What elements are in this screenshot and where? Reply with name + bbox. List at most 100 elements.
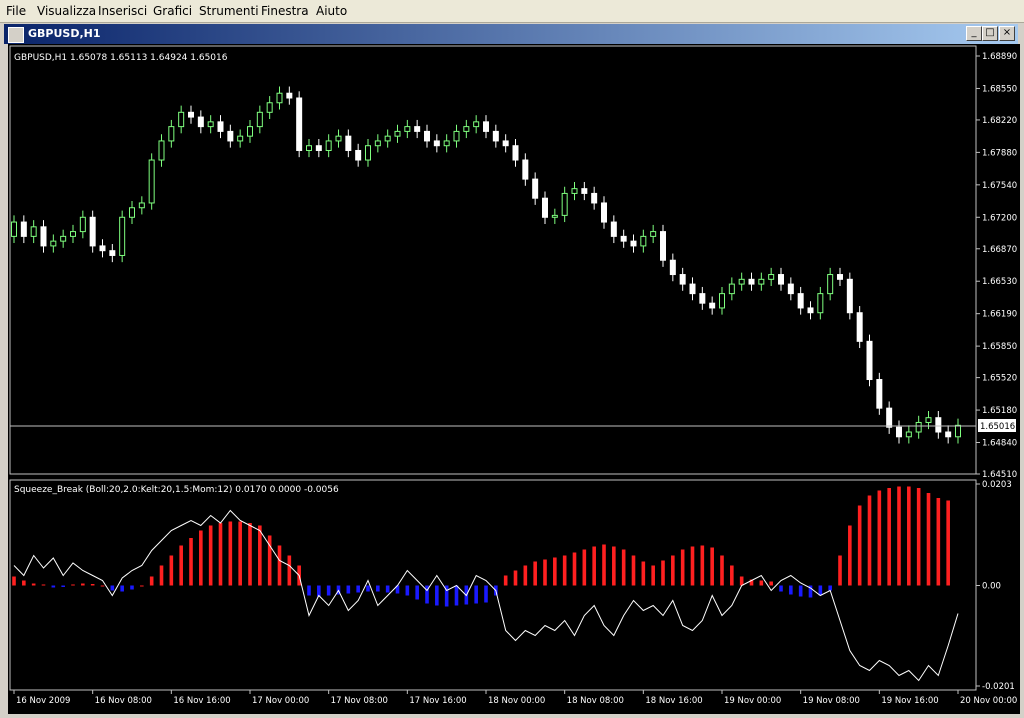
time-axis-label: 16 Nov 08:00 [95, 696, 152, 706]
candle-body [365, 145, 371, 161]
menu-inserisci[interactable]: Inserisci [98, 4, 147, 18]
candle-body [817, 293, 824, 314]
histogram-bar [926, 493, 931, 586]
candle-body [325, 140, 332, 151]
candle-body [30, 226, 37, 237]
time-axis-label: 19 Nov 16:00 [881, 696, 938, 706]
price-axis-label: 1.64510 [982, 470, 1017, 480]
menu-strumenti[interactable]: Strumenti [199, 4, 259, 18]
price-axis-label: 1.65180 [982, 406, 1017, 416]
minimize-button[interactable]: _ [966, 26, 982, 41]
histogram-bar [582, 549, 587, 586]
price-axis-label: 1.65850 [982, 342, 1017, 352]
menu-grafici[interactable]: Grafici [153, 4, 192, 18]
candle-body [227, 130, 234, 142]
candle-body [315, 145, 322, 151]
price-axis-label: 1.64840 [982, 439, 1017, 449]
histogram-bar [218, 523, 223, 586]
chart-window-titlebar[interactable]: GBPUSD,H1 _ □ × [4, 24, 1018, 44]
candle-body [158, 140, 165, 161]
maximize-button[interactable]: □ [982, 26, 998, 41]
candle-body [945, 431, 952, 438]
menu-aiuto[interactable]: Aiuto [316, 4, 347, 18]
candle-body [443, 140, 450, 147]
candle-body [70, 231, 76, 237]
candle-body [709, 302, 716, 309]
histogram-bar [189, 538, 193, 586]
histogram-bar [887, 488, 891, 586]
candle-body [571, 188, 578, 194]
candle-body [207, 121, 214, 128]
histogram-bar [81, 583, 85, 586]
histogram-bar [759, 580, 764, 586]
histogram-bar [798, 585, 803, 597]
time-axis-label: 19 Nov 08:00 [803, 696, 860, 706]
candle-body [532, 178, 539, 199]
candle-body [630, 240, 637, 247]
histogram-bar [936, 498, 941, 586]
indicator-axis-label: 0.0203 [982, 480, 1012, 490]
histogram-bar [100, 585, 105, 587]
histogram-bar [179, 545, 183, 586]
price-pane-frame [9, 45, 977, 475]
candle-body [561, 192, 568, 216]
menu-visualizza[interactable]: Visualizza [37, 4, 96, 18]
histogram-bar [385, 585, 390, 593]
candle-body [296, 97, 303, 151]
close-button[interactable]: × [999, 26, 1015, 41]
price-axis-label: 1.68890 [982, 52, 1017, 62]
current-price-label: 1.65016 [980, 422, 1015, 432]
time-axis-label: 16 Nov 2009 [16, 696, 70, 706]
candle-body [306, 145, 312, 151]
histogram-bar [366, 585, 370, 592]
candle-body [148, 159, 155, 204]
indicator-pane-label: Squeeze_Break (Boll:20,2.0:Kelt:20,1.5:M… [14, 485, 339, 495]
histogram-bar [700, 545, 705, 586]
menu-finestra[interactable]: Finestra [261, 4, 309, 18]
chart-area[interactable]: GBPUSD,H1 1.65078 1.65113 1.64924 1.6501… [8, 44, 1020, 714]
chart-window-icon [8, 27, 24, 43]
candle-body [355, 149, 362, 161]
menu-file[interactable]: File [6, 4, 26, 18]
histogram-bar [612, 546, 616, 586]
histogram-bar [661, 560, 665, 586]
histogram-bar [897, 486, 901, 586]
histogram-bar [346, 585, 351, 594]
candle-body [247, 126, 253, 137]
histogram-bar [307, 585, 311, 596]
histogram-bar [848, 525, 852, 586]
candle-body [699, 293, 706, 304]
time-axis-label: 17 Nov 00:00 [252, 696, 309, 706]
histogram-bar [572, 552, 577, 586]
histogram-bar [238, 521, 242, 586]
histogram-bar [523, 565, 528, 586]
candle-body [424, 130, 430, 142]
indicator-pane-frame [9, 479, 977, 691]
price-axis-label: 1.66870 [982, 245, 1017, 255]
candle-body [846, 278, 853, 314]
indicator-axis-label: -0.0201 [982, 682, 1015, 692]
histogram-bar [543, 559, 547, 586]
histogram-bar [208, 525, 213, 586]
histogram-bar [779, 585, 783, 592]
candle-body [109, 250, 116, 256]
histogram-bar [720, 555, 724, 586]
candle-body [601, 202, 607, 223]
histogram-bar [277, 545, 282, 586]
histogram-bar [435, 585, 439, 606]
histogram-bar [228, 521, 233, 586]
candle-body [925, 417, 932, 423]
histogram-bar [376, 585, 380, 592]
candle-body [866, 340, 873, 381]
candle-body [414, 126, 421, 132]
candle-body [837, 274, 843, 280]
time-axis-label: 18 Nov 00:00 [488, 696, 545, 706]
histogram-bar [199, 530, 203, 586]
candle-body [20, 221, 27, 237]
candle-body [483, 121, 489, 132]
candle-body [640, 235, 647, 247]
histogram-bar [130, 585, 134, 590]
candle-body [345, 135, 352, 151]
histogram-bar [503, 575, 508, 586]
candle-body [660, 231, 666, 261]
